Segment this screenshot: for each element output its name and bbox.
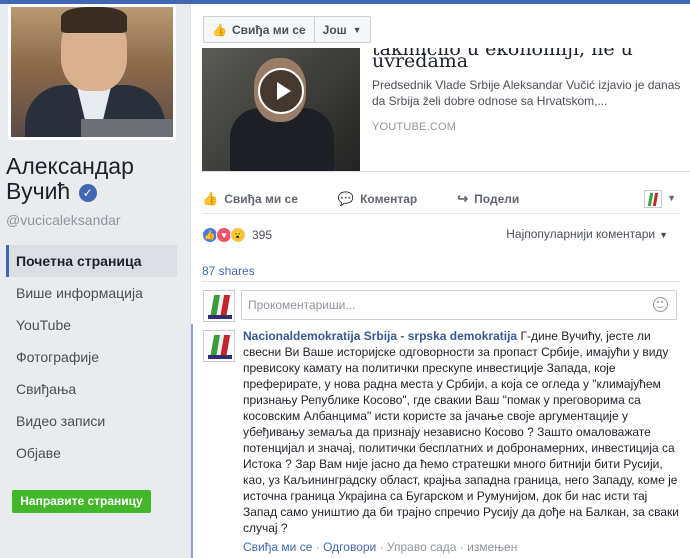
chevron-down-icon: ▼ [659,230,668,240]
comment-icon: 💬 [337,190,355,206]
chevron-down-icon[interactable]: ▼ [667,193,676,203]
page-action-bar: 👍 Свиђа ми се Још ▼ [203,16,371,44]
profile-picture[interactable] [8,4,176,140]
nav-item-likes[interactable]: Свиђања [6,373,177,405]
nav-item-home[interactable]: Почетна страница [6,245,177,277]
comment-body: Nacionaldemokratija Srbija - srpska demo… [243,328,681,536]
left-column: Александар Вучић ✓ @vucicaleksandar Поче… [0,4,190,558]
more-button[interactable]: Још ▼ [314,16,371,43]
page-nav: Почетна страница Више информација YouTub… [6,245,177,469]
logo-blue-base [208,355,232,359]
thumbs-up-icon: 👍 [212,22,227,37]
share-icon: ↪ [457,190,469,206]
nav-item-posts[interactable]: Објаве [6,437,177,469]
page-title[interactable]: Александар Вучић ✓ [6,154,186,204]
comment-meta: Свиђа ми се · Одговори · Управо сада · и… [243,540,517,554]
wow-reaction-icon[interactable]: 😮 [230,227,246,243]
comment-input[interactable] [242,291,642,319]
comment-reply-link[interactable]: Одговори [323,540,376,554]
shared-link-text: takmičilo u ekonomiji, ne u uvredama Pre… [372,48,682,133]
post-like-label: Свиђа ми се [224,191,298,206]
chevron-down-icon: ▼ [352,24,362,35]
profile-picture-hair [61,7,127,33]
reactions-row: 👍 ♥ 😮 395 Најпопуларнији коментари ▼ [202,224,680,246]
post-comment-button[interactable]: 💬 Коментар [338,191,417,207]
comment-sort-dropdown[interactable]: Најпопуларнији коментари ▼ [506,227,668,241]
main-column: 👍 Свиђа ми се Још ▼ takmičilo u ekonomij… [190,4,690,558]
comment-like-link[interactable]: Свиђа ми се [243,540,312,554]
create-page-button[interactable]: Направите страницу [12,490,151,513]
post-like-button[interactable]: 👍 Свиђа ми се [202,191,298,207]
play-icon[interactable] [258,68,304,114]
post-action-bar: 👍 Свиђа ми се 💬 Коментар ↪ Подели ▼ [202,184,680,214]
reaction-count[interactable]: 395 [252,228,272,242]
emoji-icon[interactable] [653,297,668,312]
acting-as-avatar[interactable] [644,190,662,208]
nav-item-videos[interactable]: Видео записи [6,405,177,437]
comment-edited-label[interactable]: измењен [467,540,517,554]
shared-link-card[interactable]: takmičilo u ekonomiji, ne u uvredama Pre… [202,48,690,172]
like-page-button[interactable]: 👍 Свиђа ми се [203,16,315,43]
more-label: Још [322,22,347,37]
verified-badge-icon: ✓ [78,184,97,202]
comment-author-link[interactable]: Nacionaldemokratija Srbija - srpska demo… [243,329,517,343]
comment-author-avatar[interactable] [203,330,235,362]
comment-composer[interactable] [241,290,677,320]
page-name-text[interactable]: Александар Вучић [6,153,134,204]
logo-red-stripe [652,193,659,206]
comment-timestamp[interactable]: Управо сада [387,540,457,554]
shared-link-source: YOUTUBE.COM [372,121,457,133]
new-comment-indicator [191,324,193,558]
comment-sort-label: Најпопуларнији коментари [506,227,656,241]
shared-link-description: Predsednik Vlade Srbije Aleksandar Vučić… [372,78,681,108]
separator-dot: · [379,540,387,554]
post-comment-label: Коментар [360,191,418,206]
shares-count-link[interactable]: 87 shares [202,264,255,278]
separator-dot: · [315,540,324,554]
post-share-button[interactable]: ↪ Подели [457,191,519,207]
like-page-label: Свиђа ми се [231,22,306,37]
profile-picture-laptop [81,119,173,137]
page-handle[interactable]: @vucicaleksandar [6,212,121,228]
post-share-label: Подели [474,191,520,206]
thumbs-up-icon: 👍 [202,190,219,206]
composer-avatar[interactable] [203,290,235,322]
logo-blue-base [208,315,232,319]
nav-item-about[interactable]: Више информација [6,277,177,309]
nav-item-photos[interactable]: Фотографије [6,341,177,373]
comment-text: Г-дине Вучићу, јесте ли свесни Ви Ваше и… [243,329,679,535]
video-thumbnail[interactable] [202,48,360,171]
nav-item-youtube[interactable]: YouTube [6,309,177,341]
divider [202,281,680,282]
